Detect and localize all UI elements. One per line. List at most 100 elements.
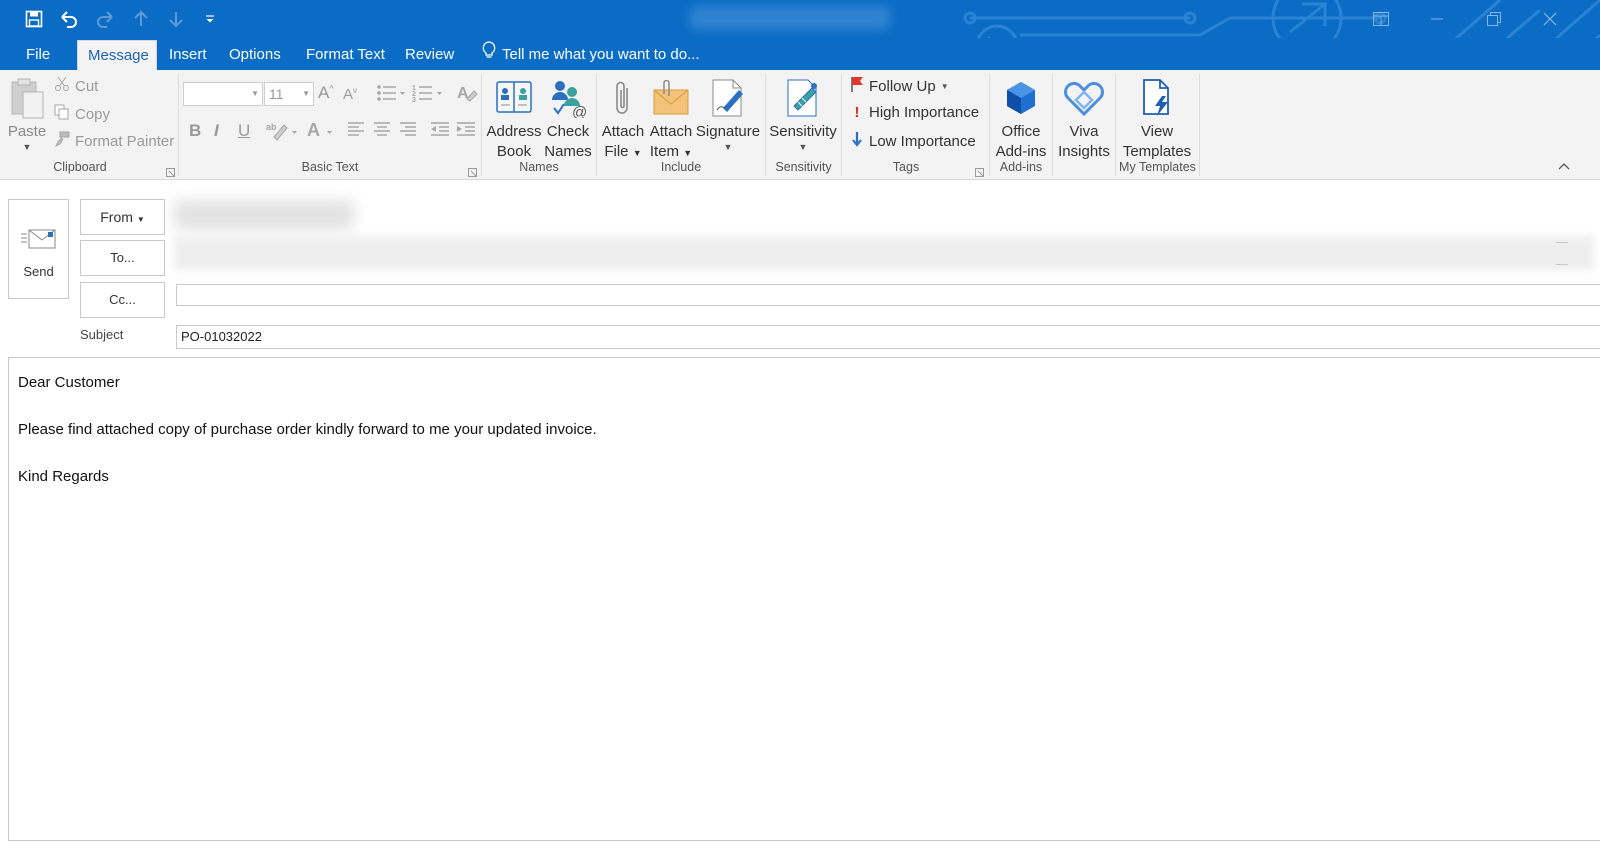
align-right-icon[interactable] (399, 121, 417, 142)
copy-label: Copy (75, 105, 111, 123)
undo-icon[interactable] (57, 7, 81, 31)
window-title (690, 6, 890, 30)
body-greeting: Dear Customer (18, 374, 120, 391)
tab-insert[interactable]: Insert (159, 40, 217, 70)
group-label-include: Include (660, 160, 702, 174)
send-button[interactable]: Send (8, 199, 69, 299)
shrink-font-icon[interactable]: Av (343, 86, 357, 103)
send-label: Send (23, 264, 54, 279)
cut-button[interactable]: Cut (54, 76, 98, 96)
paste-icon (4, 74, 50, 122)
attach-item-label-1: Attach (649, 123, 693, 140)
redo-icon[interactable] (93, 7, 117, 31)
subject-label: Subject (80, 327, 124, 342)
collapse-ribbon-icon[interactable] (1558, 160, 1570, 174)
grow-font-icon[interactable]: A^ (318, 83, 334, 103)
save-icon[interactable] (22, 7, 46, 31)
chevron-down-icon: ▼ (723, 142, 733, 152)
align-center-icon[interactable] (373, 121, 391, 142)
chevron-down-icon: ▼ (798, 142, 808, 152)
cut-label: Cut (75, 77, 99, 95)
tab-options[interactable]: Options (219, 40, 291, 70)
check-names-label-1: Check (546, 123, 590, 140)
to-field-edge (1556, 264, 1568, 265)
group-label-basic-text: Basic Text (301, 160, 359, 174)
from-button[interactable]: From ▼ (80, 199, 165, 235)
underline-icon[interactable]: U (238, 121, 250, 141)
restore-icon[interactable] (1474, 6, 1514, 32)
group-divider (1199, 74, 1200, 176)
viva-insights-button[interactable]: Viva Insights (1056, 74, 1112, 162)
ribbon-display-icon[interactable] (1361, 6, 1401, 32)
bold-icon[interactable]: B (189, 121, 201, 141)
format-painter-button[interactable]: Format Painter (54, 131, 174, 151)
svg-text:ab: ab (266, 122, 277, 132)
basic-text-launcher-icon[interactable] (468, 164, 477, 177)
send-envelope-icon (21, 228, 57, 255)
up-arrow-icon[interactable] (129, 7, 153, 31)
decrease-indent-icon[interactable] (430, 121, 450, 142)
attach-file-label-2: File (604, 143, 629, 160)
address-book-button[interactable]: Address Book (485, 74, 543, 162)
down-arrow-icon[interactable] (164, 7, 188, 31)
low-importance-button[interactable]: Low Importance (850, 131, 976, 151)
address-book-icon (485, 74, 543, 122)
attach-item-button[interactable]: Attach Item ▼ (647, 74, 695, 163)
check-names-icon: @ (543, 74, 593, 122)
ribbon-tabs: File Message Insert Options Format Text … (0, 38, 1600, 70)
cc-button[interactable]: Cc... (80, 282, 165, 318)
italic-icon[interactable]: I (214, 121, 219, 141)
close-icon[interactable] (1530, 6, 1570, 32)
follow-up-button[interactable]: Follow Up ▼ (850, 76, 949, 96)
group-divider (1052, 74, 1053, 176)
font-name-box[interactable]: ▼ (183, 82, 263, 106)
cc-field[interactable] (176, 284, 1600, 306)
to-field[interactable] (174, 236, 1594, 270)
office-addins-button[interactable]: Office Add-ins (993, 74, 1049, 162)
tab-message[interactable]: Message (77, 40, 157, 70)
to-button[interactable]: To... (80, 240, 165, 276)
attach-file-button[interactable]: Attach File ▼ (600, 74, 646, 163)
high-importance-button[interactable]: ! High Importance (850, 104, 980, 121)
viva-insights-label-2: Insights (1058, 143, 1110, 160)
follow-up-label: Follow Up (869, 77, 936, 95)
svg-text:3: 3 (412, 97, 416, 104)
tab-format-text[interactable]: Format Text (296, 40, 395, 70)
paste-button[interactable]: Paste ▼ (4, 74, 50, 152)
customize-icon[interactable] (198, 7, 222, 31)
address-book-label-1: Address (486, 123, 542, 140)
tell-me-text: Tell me what you want to do... (502, 46, 700, 63)
signature-button[interactable]: Signature ▼ (695, 74, 761, 152)
bullets-icon[interactable] (376, 82, 406, 109)
chevron-down-icon: ▼ (251, 89, 259, 98)
font-color-icon[interactable]: A (306, 119, 338, 146)
paste-label: Paste (7, 123, 47, 140)
align-left-icon[interactable] (347, 121, 365, 142)
title-bar (0, 0, 1600, 38)
font-size-value: 11 (269, 86, 284, 102)
copy-button[interactable]: Copy (54, 104, 110, 124)
tags-launcher-icon[interactable] (975, 164, 984, 177)
sensitivity-button[interactable]: Sensitivity ▼ (768, 74, 838, 152)
chevron-down-icon: ▼ (302, 89, 310, 98)
tab-file[interactable]: File (16, 40, 60, 70)
to-label: To... (110, 250, 135, 265)
highlight-icon[interactable]: ab (266, 119, 300, 146)
clipboard-launcher-icon[interactable] (166, 164, 175, 177)
group-label-tags: Tags (892, 160, 920, 174)
paintbrush-icon (54, 131, 70, 151)
view-templates-button[interactable]: View Templates (1118, 74, 1196, 162)
message-body[interactable]: Dear Customer Please find attached copy … (8, 357, 1600, 841)
attach-item-icon (647, 74, 695, 122)
font-size-box[interactable]: 11 ▼ (264, 82, 314, 106)
numbering-icon[interactable]: 123 (412, 82, 444, 109)
clear-formatting-icon[interactable]: A (456, 82, 478, 109)
minimize-icon[interactable] (1417, 6, 1457, 32)
signature-icon (695, 74, 761, 122)
check-names-button[interactable]: @ Check Names (543, 74, 593, 162)
tell-me-search[interactable]: Tell me what you want to do... (482, 40, 700, 70)
group-label-addins: Add-ins (999, 160, 1043, 174)
increase-indent-icon[interactable] (456, 121, 476, 142)
tab-review[interactable]: Review (395, 40, 464, 70)
subject-field[interactable]: PO-01032022 (176, 325, 1600, 349)
